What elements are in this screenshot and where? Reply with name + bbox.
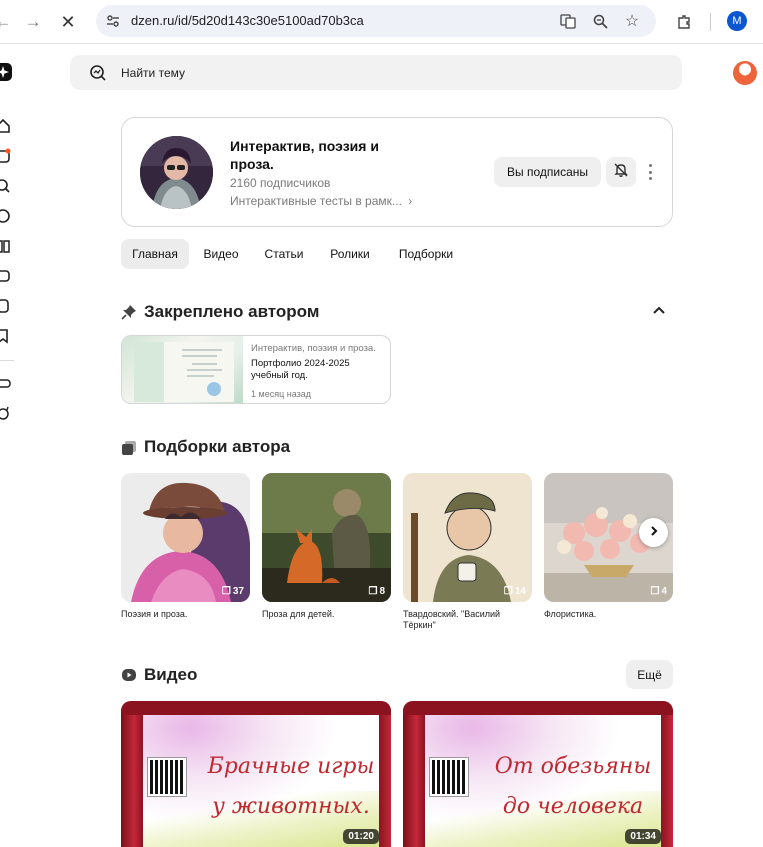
qr-code: [429, 757, 469, 797]
video-curtain-top: [403, 701, 673, 715]
translate-icon[interactable]: [559, 12, 577, 30]
video-curtain-top: [121, 701, 391, 715]
subscribed-button[interactable]: Вы подписаны: [494, 157, 601, 187]
search-nav-icon[interactable]: [0, 177, 12, 195]
pinned-post-card[interactable]: Интерактив, поэзия и проза. Портфолио 20…: [121, 335, 391, 404]
video-duration: 01:20: [343, 829, 379, 844]
collection-count: ❐ 37: [222, 586, 244, 597]
search-placeholder: Найти тему: [121, 66, 185, 80]
collection-count-value: 37: [232, 586, 244, 597]
saved-icon[interactable]: [0, 327, 12, 345]
video-card[interactable]: От обезьяны до человека 01:34: [403, 701, 673, 847]
video-curtain-left: [403, 701, 425, 847]
articles-icon[interactable]: [0, 237, 12, 255]
stack-icon: ❐: [368, 586, 378, 597]
video-title: Брачные игры у животных.: [207, 754, 375, 819]
collection-label[interactable]: Твардовский. "Василий Тёркин": [403, 609, 528, 631]
games-icon[interactable]: [0, 374, 12, 392]
profile-avatar[interactable]: M: [727, 11, 747, 31]
user-avatar[interactable]: [733, 61, 757, 85]
subscriber-count: 2160 подписчиков: [230, 176, 331, 190]
search-icon: [89, 64, 106, 86]
video-card[interactable]: Брачные игры у животных. 01:20: [121, 701, 391, 847]
pinned-post-thumbnail: [122, 336, 243, 403]
collection-count: ❐ 14: [504, 586, 526, 597]
collection-count-value: 14: [514, 586, 526, 597]
collection-count-value: 4: [661, 586, 667, 597]
tab-main[interactable]: Главная: [121, 239, 189, 269]
collection-label[interactable]: Проза для детей.: [262, 609, 387, 620]
video-curtain-left: [121, 701, 143, 847]
messages-icon[interactable]: [0, 207, 12, 225]
pinned-post-source: Интерактив, поэзия и проза.: [251, 343, 376, 354]
tab-articles[interactable]: Статьи: [258, 239, 310, 269]
bookmark-star-icon[interactable]: ☆: [623, 12, 641, 30]
channel-avatar[interactable]: [140, 136, 213, 209]
channel-description[interactable]: Интерактивные тесты в рамк... ›: [230, 194, 412, 208]
chevron-right-icon: [648, 524, 660, 542]
toolbar-divider: [710, 13, 711, 31]
zen-logo-icon[interactable]: [0, 63, 12, 81]
video-title: От обезьяны до человека: [494, 754, 652, 819]
chevron-up-icon[interactable]: [652, 303, 666, 322]
collection-card[interactable]: ❐ 37: [121, 473, 250, 602]
pinned-post-title: Портфолио 2024-2025 учебный год.: [251, 358, 350, 381]
stop-loading-icon[interactable]: ✕: [55, 9, 81, 35]
collection-card[interactable]: ❐ 14: [403, 473, 532, 602]
channel-title[interactable]: Интерактив, поэзия и проза.: [230, 137, 400, 173]
topic-search-input[interactable]: Найти тему: [70, 55, 682, 90]
more-videos-button[interactable]: Ещё: [626, 660, 673, 689]
pinned-post-time: 1 месяц назад: [251, 389, 311, 399]
extensions-icon[interactable]: [671, 9, 697, 35]
notifications-button[interactable]: [606, 157, 636, 187]
stack-icon: ❐: [650, 586, 660, 597]
home-icon[interactable]: [0, 117, 12, 135]
tab-video[interactable]: Видео: [195, 239, 247, 269]
url-text: dzen.ru/id/5d20d143c30e5100ad70b3ca: [131, 13, 364, 28]
bell-off-icon: [613, 162, 629, 183]
qr-code: [147, 757, 187, 797]
address-bar[interactable]: dzen.ru/id/5d20d143c30e5100ad70b3ca ☆: [96, 5, 656, 37]
channel-header-card: Интерактив, поэзия и проза. 2160 подписч…: [121, 117, 673, 227]
video-duration: 01:34: [625, 829, 661, 844]
video-section-icon: [121, 667, 137, 688]
stack-icon: ❐: [503, 586, 513, 597]
collections-icon: [121, 440, 137, 461]
subscriptions-icon[interactable]: [0, 147, 12, 165]
sidebar-divider: [0, 360, 14, 361]
collections-heading: Подборки автора: [144, 437, 291, 456]
shorts-icon[interactable]: [0, 297, 12, 315]
video-heading: Видео: [144, 665, 198, 684]
site-settings-icon[interactable]: [104, 12, 122, 30]
pin-icon: [121, 304, 137, 325]
stack-icon: ❐: [221, 586, 231, 597]
collection-label[interactable]: Поэзия и проза.: [121, 609, 246, 620]
zoom-icon[interactable]: [591, 12, 609, 30]
collection-count-value: 8: [379, 586, 385, 597]
video-nav-icon[interactable]: [0, 267, 12, 285]
forward-icon[interactable]: →: [20, 9, 46, 35]
browser-toolbar: ← → ✕ dzen.ru/id/5d20d143c30e5100ad70b3c…: [0, 0, 763, 44]
carousel-next-button[interactable]: [639, 518, 668, 547]
channel-description-text: Интерактивные тесты в рамк...: [230, 194, 402, 208]
kids-icon[interactable]: [0, 404, 12, 422]
collection-count: ❐ 8: [368, 586, 385, 597]
collection-count: ❐ 4: [650, 586, 667, 597]
tab-collections[interactable]: Подборки: [390, 239, 462, 269]
chevron-right-icon: ›: [408, 194, 413, 208]
tab-shorts[interactable]: Ролики: [322, 239, 378, 269]
collection-label[interactable]: Флористика.: [544, 609, 669, 620]
collection-card[interactable]: ❐ 8: [262, 473, 391, 602]
more-options-icon[interactable]: [644, 164, 656, 180]
pinned-heading: Закреплено автором: [144, 302, 320, 321]
back-icon[interactable]: ←: [0, 9, 16, 35]
